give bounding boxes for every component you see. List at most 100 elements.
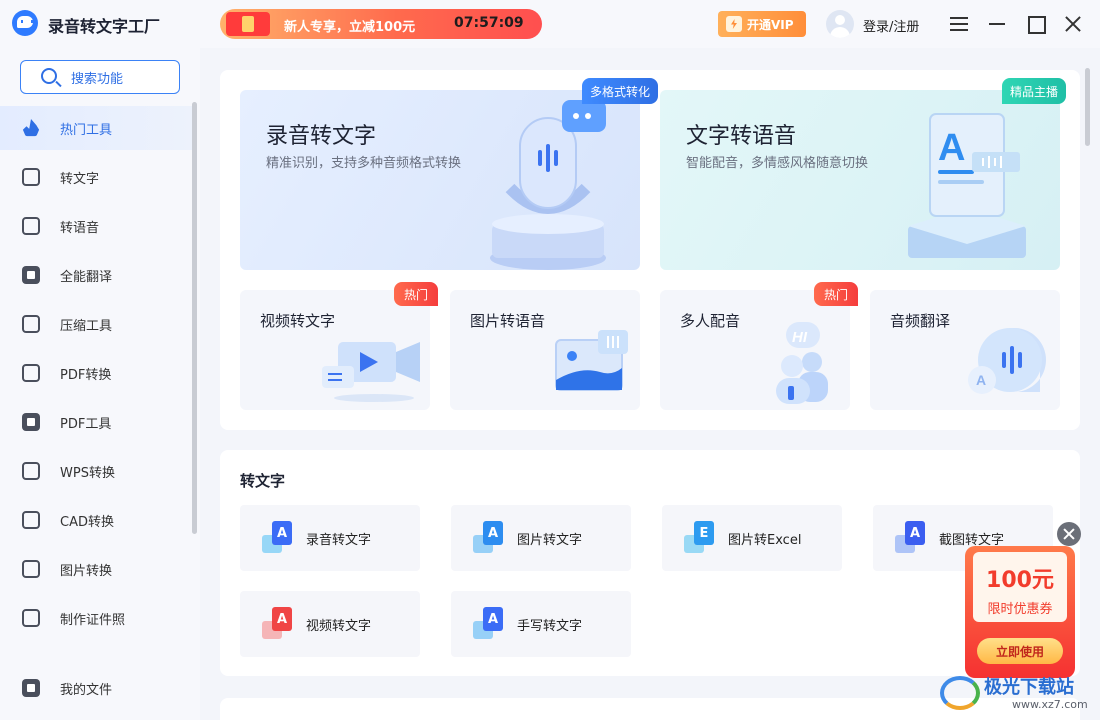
lightning-icon	[726, 16, 742, 32]
tool-handwriting-to-text[interactable]: A 手写转文字	[451, 591, 631, 657]
gift-icon	[226, 12, 270, 36]
tool-image-to-text[interactable]: A 图片转文字	[451, 505, 631, 571]
main-scrollbar[interactable]	[1085, 68, 1090, 146]
coupon-card: 100元 限时优惠券	[973, 552, 1067, 622]
tool-label: 视频转文字	[306, 618, 372, 634]
card-text-to-speech[interactable]: 文字转语音 智能配音，多情感风格随意切换 A	[660, 90, 1060, 270]
promo-timer: 07:57:09	[454, 15, 524, 31]
sidebar-item-wps[interactable]: WPS转换	[0, 449, 192, 493]
id-photo-icon	[22, 609, 40, 627]
sidebar-item-label: 我的文件	[60, 682, 113, 698]
card-audio-to-text[interactable]: 录音转文字 精准识别，支持多种音频格式转换	[240, 90, 640, 270]
sidebar-item-label: 制作证件照	[60, 612, 126, 628]
sidebar-item-hot-tools[interactable]: 热门工具	[0, 106, 192, 150]
people-icon: HI	[776, 322, 828, 404]
minimize-icon[interactable]	[985, 12, 1009, 36]
promo-banner[interactable]: 新人专享，立减100元 07:57:09	[220, 9, 542, 39]
sidebar-item-label: 热门工具	[60, 122, 113, 138]
translate-icon	[22, 266, 40, 284]
avatar[interactable]	[826, 10, 854, 38]
sidebar-item-label: 全能翻译	[60, 269, 113, 285]
badge-multi-format: 多格式转化	[582, 78, 659, 104]
tool-video-to-text[interactable]: A 视频转文字	[240, 591, 420, 657]
sidebar-scrollbar[interactable]	[192, 102, 197, 534]
video-doc-icon: A	[262, 607, 294, 641]
audio-doc-icon: A	[262, 521, 294, 555]
tool-audio-to-text[interactable]: A 录音转文字	[240, 505, 420, 571]
app-title: 录音转文字工厂	[48, 17, 161, 36]
card-title: 视频转文字	[260, 312, 336, 330]
title-bar: 录音转文字工厂 新人专享，立减100元 07:57:09 开通VIP 登录/注册	[0, 0, 1100, 48]
wps-icon	[22, 462, 40, 480]
close-icon[interactable]	[1061, 12, 1085, 36]
coupon-label: 限时优惠券	[987, 602, 1053, 617]
sidebar-item-translate[interactable]: 全能翻译	[0, 253, 192, 297]
file-icon	[22, 679, 40, 697]
badge-premium-voice: 精品主播	[1002, 78, 1067, 104]
sidebar-item-compress[interactable]: 压缩工具	[0, 302, 192, 346]
tool-image-to-excel[interactable]: E 图片转Excel	[662, 505, 842, 571]
video-icon	[322, 342, 420, 402]
sidebar-item-my-files[interactable]: 我的文件	[0, 666, 192, 710]
coupon-popup[interactable]: 100元 限时优惠券 立即使用	[965, 546, 1075, 678]
hot-tools-panel: 录音转文字 精准识别，支持多种音频格式转换 多格式转化 文字转语音 智能配音，多…	[220, 70, 1080, 430]
hot-badge: 热门	[813, 282, 858, 306]
card-multi-voice[interactable]: 多人配音 热门 HI	[660, 282, 858, 410]
tool-label: 录音转文字	[306, 532, 372, 548]
card-audio-translate[interactable]: 音频翻译 A	[870, 290, 1060, 410]
sidebar-item-cad[interactable]: CAD转换	[0, 498, 192, 542]
vip-button[interactable]: 开通VIP	[718, 11, 806, 37]
coupon-use-button[interactable]: 立即使用	[977, 638, 1063, 664]
svg-text:A: A	[938, 127, 965, 169]
sidebar-item-id-photo[interactable]: 制作证件照	[0, 596, 192, 640]
image-icon	[22, 560, 40, 578]
search-icon	[41, 68, 57, 84]
document-speech-icon: A	[908, 113, 1026, 258]
card-title: 录音转文字	[266, 124, 377, 149]
login-link[interactable]: 登录/注册	[863, 16, 919, 35]
sidebar-item-pdf-tools[interactable]: PDF工具	[0, 400, 192, 444]
coupon-close-icon[interactable]	[1057, 522, 1081, 546]
card-title: 文字转语音	[686, 124, 797, 149]
watermark: 极光下载站 www.xz7.com	[940, 670, 1100, 720]
sidebar-item-label: 图片转换	[60, 563, 113, 579]
svg-text:HI: HI	[792, 329, 808, 346]
sidebar-item-pdf-convert[interactable]: PDF转换	[0, 351, 192, 395]
tool-label: 图片转文字	[517, 532, 583, 548]
card-title: 音频翻译	[890, 312, 951, 330]
sidebar-item-label: 压缩工具	[60, 318, 113, 334]
text-convert-icon	[22, 168, 40, 186]
search-button[interactable]: 搜索功能	[20, 60, 180, 94]
hot-badge: 热门	[393, 282, 438, 306]
card-desc: 精准识别，支持多种音频格式转换	[266, 156, 462, 171]
maximize-icon[interactable]	[1023, 12, 1047, 36]
voice-icon	[22, 217, 40, 235]
tool-label: 图片转Excel	[728, 532, 802, 548]
card-title: 图片转语音	[470, 312, 546, 330]
cad-icon	[22, 511, 40, 529]
sidebar-item-image[interactable]: 图片转换	[0, 547, 192, 591]
sidebar-item-label: 转语音	[60, 220, 100, 236]
menu-icon[interactable]	[947, 12, 971, 36]
card-image-to-voice[interactable]: 图片转语音	[450, 290, 640, 410]
image-doc-icon: A	[473, 521, 505, 555]
sidebar-item-to-text[interactable]: 转文字	[0, 155, 192, 199]
sidebar: 搜索功能 热门工具 转文字 转语音 全能翻译 压缩工具 PDF转换 PDF工具 …	[0, 48, 200, 720]
card-video-to-text[interactable]: 视频转文字 热门	[240, 282, 438, 410]
sidebar-item-to-voice[interactable]: 转语音	[0, 204, 192, 248]
tool-label: 手写转文字	[517, 618, 583, 634]
sidebar-item-label: WPS转换	[60, 465, 115, 481]
watermark-url: www.xz7.com	[1012, 698, 1088, 711]
compress-icon	[22, 315, 40, 333]
card-title: 多人配音	[680, 312, 741, 330]
screenshot-doc-icon: A	[895, 521, 927, 555]
fire-icon	[22, 119, 40, 137]
watermark-logo-icon	[940, 676, 980, 710]
sidebar-item-label: 转文字	[60, 171, 100, 187]
image-voice-icon	[555, 330, 628, 391]
app-logo-icon	[12, 10, 38, 36]
coupon-amount: 100元	[986, 568, 1054, 593]
toolbox-icon	[22, 413, 40, 431]
card-desc: 智能配音，多情感风格随意切换	[686, 156, 869, 171]
to-text-panel: 转文字 A 录音转文字 A 图片转文字 E 图片转Excel A 截图转文字 A…	[220, 450, 1080, 676]
